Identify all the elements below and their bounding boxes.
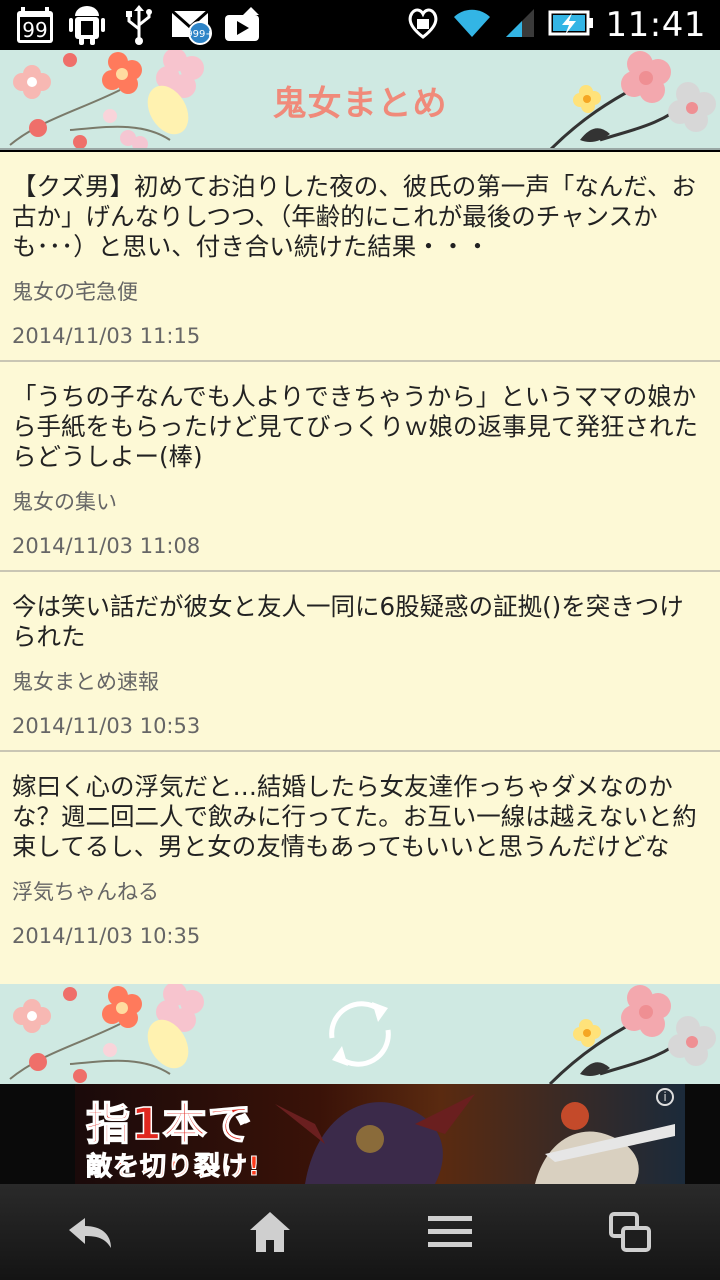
home-icon [250, 1212, 290, 1252]
android-icon [66, 4, 108, 46]
article-item[interactable]: 今は笑い話だが彼女と友人一同に6股疑惑の証拠()を突きつけられた 鬼女まとめ速報… [0, 572, 720, 752]
status-left-icons: 99 999+ [14, 4, 264, 46]
footer-band [0, 984, 720, 1084]
article-source: 鬼女の宅急便 [12, 280, 138, 304]
article-item[interactable]: 嫁曰く心の浮気だと…結婚したら女友達作っちゃダメなのかな？週二回二人で飲みに行っ… [0, 752, 720, 984]
mail-badge-text: 999+ [186, 29, 212, 40]
ad-headline: 指1本で [85, 1098, 253, 1151]
flower-decoration-left [9, 984, 204, 1083]
battery-charging-icon [548, 9, 594, 41]
bottom-navigation [0, 1184, 720, 1280]
back-icon [69, 1218, 111, 1248]
flower-decoration-right [548, 985, 716, 1084]
signal-icon [504, 7, 536, 43]
article-title: 【クズ男】初めてお泊りした夜の、彼氏の第一声「なんだ、お古か」げんなりしつつ、（… [12, 172, 697, 261]
calendar-badge-text: 99 [22, 18, 47, 42]
page-title: 鬼女まとめ [272, 83, 448, 124]
refresh-icon[interactable] [318, 992, 402, 1076]
ad-banner[interactable]: 指1本で 敵を切り裂け! i [0, 1084, 720, 1184]
back-button[interactable] [30, 1184, 150, 1280]
usb-icon [118, 4, 160, 46]
article-date: 2014/11/03 11:15 [12, 324, 201, 348]
ad-info-icon[interactable]: i [656, 1088, 674, 1106]
app-header: 鬼女まとめ [0, 50, 720, 150]
article-title: 嫁曰く心の浮気だと…結婚したら女友達作っちゃダメなのかな？週二回二人で飲みに行っ… [12, 772, 697, 861]
calendar-badge-icon: 99 [14, 4, 56, 46]
mail-icon: 999+ [170, 4, 212, 46]
article-item[interactable]: 【クズ男】初めてお泊りした夜の、彼氏の第一声「なんだ、お古か」げんなりしつつ、（… [0, 152, 720, 362]
article-item[interactable]: 「うちの子なんでも人よりできちゃうから」というママの娘から手紙をもらったけど見て… [0, 362, 720, 572]
status-bar: 99 999+ 11:41 [0, 0, 720, 50]
video-upload-icon [222, 4, 264, 46]
home-button[interactable] [210, 1184, 330, 1280]
article-source: 鬼女まとめ速報 [12, 670, 159, 694]
heart-lock-icon [406, 5, 440, 45]
article-date: 2014/11/03 11:08 [12, 534, 201, 558]
article-date: 2014/11/03 10:35 [12, 924, 201, 948]
status-time: 11:41 [605, 5, 706, 45]
ad-subheadline: 敵を切り裂け! [86, 1152, 261, 1183]
status-right-icons: 11:41 [406, 0, 706, 50]
article-title: 今は笑い話だが彼女と友人一同に6股疑惑の証拠()を突きつけられた [12, 592, 684, 651]
recent-apps-icon [609, 1212, 651, 1252]
article-source: 浮気ちゃんねる [12, 880, 159, 904]
article-list: 【クズ男】初めてお泊りした夜の、彼氏の第一声「なんだ、お古か」げんなりしつつ、（… [0, 152, 720, 984]
recent-apps-button[interactable] [570, 1184, 690, 1280]
menu-button[interactable] [390, 1184, 510, 1280]
article-title: 「うちの子なんでも人よりできちゃうから」というママの娘から手紙をもらったけど見て… [12, 382, 698, 471]
menu-icon [428, 1216, 472, 1247]
article-source: 鬼女の集い [12, 490, 117, 514]
wifi-icon [452, 7, 492, 43]
article-date: 2014/11/03 10:53 [12, 714, 201, 738]
